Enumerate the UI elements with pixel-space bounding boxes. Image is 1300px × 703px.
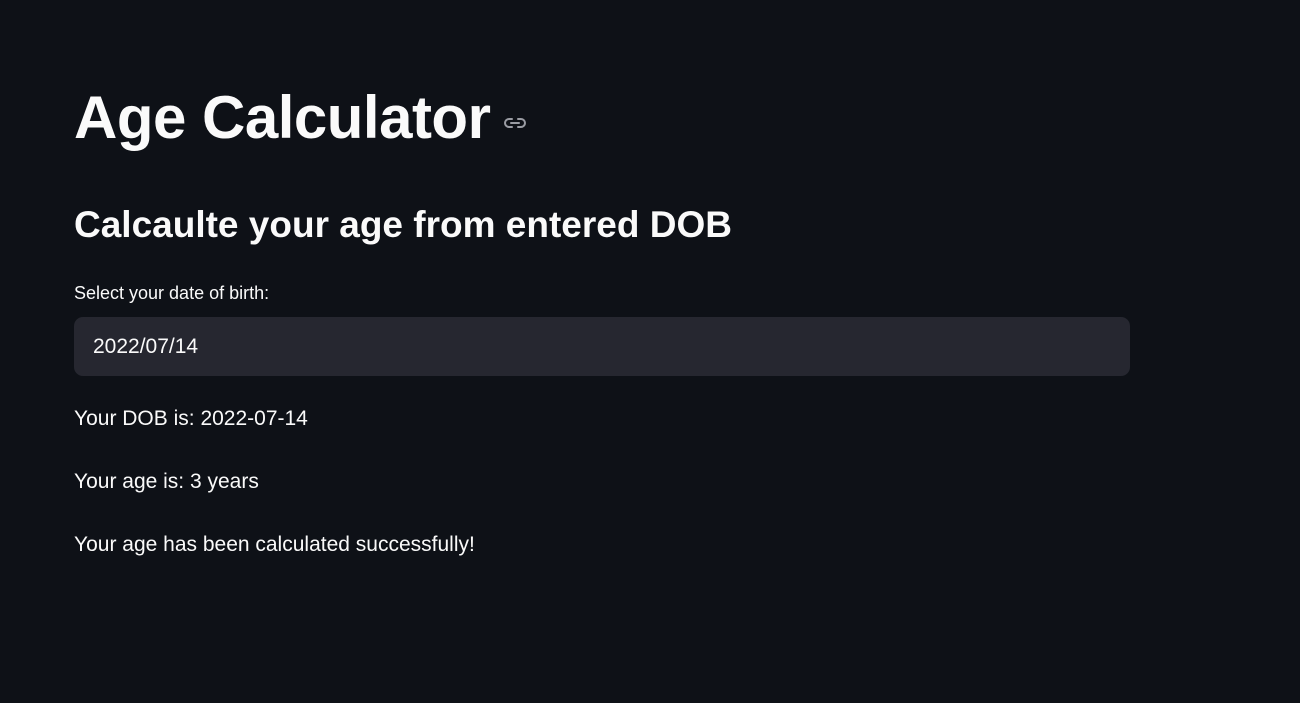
link-icon[interactable] bbox=[502, 113, 528, 133]
title-row: Age Calculator bbox=[74, 80, 528, 156]
page-title: Age Calculator bbox=[74, 84, 491, 151]
dob-date-input[interactable] bbox=[74, 317, 1130, 376]
dob-label: Select your date of birth: bbox=[74, 283, 270, 303]
success-message: Your age has been calculated successfull… bbox=[74, 533, 475, 556]
subtitle: Calcaulte your age from entered DOB bbox=[74, 204, 732, 245]
age-result-text: Your age is: 3 years bbox=[74, 470, 259, 493]
dob-result-text: Your DOB is: 2022-07-14 bbox=[74, 407, 308, 430]
